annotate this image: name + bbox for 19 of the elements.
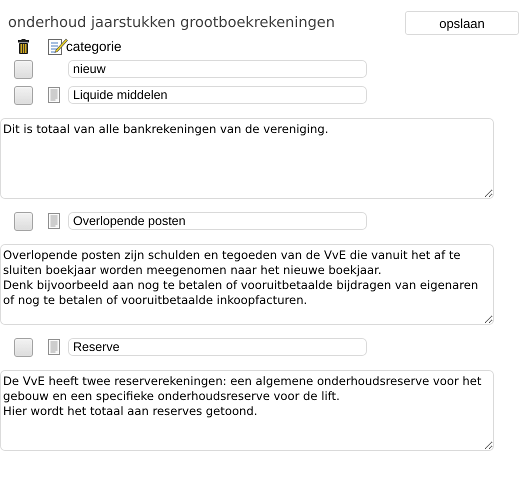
document-icon[interactable] (48, 339, 60, 355)
select-checkbox[interactable] (14, 212, 33, 230)
save-button[interactable]: opslaan (405, 11, 519, 35)
document-icon[interactable] (48, 213, 60, 229)
select-checkbox[interactable] (14, 338, 33, 356)
name-field[interactable]: Liquide middelen (68, 86, 367, 104)
column-label: categorie (66, 38, 122, 54)
description-field[interactable]: De VvE heeft twee reserverekeningen: een algemene onderhoudsreserve voor het gebouw en een specifieke onderhoudsreserve voor de lift. Hier wordt het totaal aan reserves getoond. (0, 370, 494, 451)
name-field[interactable]: Reserve (68, 338, 367, 356)
edit-icon[interactable] (48, 37, 68, 55)
description-field[interactable]: Dit is totaal van alle bankrekeningen van de vereniging. (0, 118, 494, 199)
name-field[interactable]: nieuw (68, 60, 367, 78)
description-field[interactable]: Overlopende posten zijn schulden en tegoeden van de VvE die vanuit het af te sluiten boekjaar worden meegenomen naar het nieuwe boekjaar. Denk bijvoorbeeld aan nog te betalen of vooruitbetaalde bijdragen van eigenaren of nog te betalen of vooruitbetaalde inkoopfacturen. (0, 244, 494, 325)
page-title: onderhoud jaarstukken grootboekrekeningen (8, 15, 335, 31)
name-field[interactable]: Overlopende posten (68, 212, 367, 230)
document-icon[interactable] (48, 87, 60, 103)
select-checkbox[interactable] (14, 60, 33, 78)
select-checkbox[interactable] (14, 86, 33, 104)
trash-icon[interactable] (18, 38, 28, 54)
